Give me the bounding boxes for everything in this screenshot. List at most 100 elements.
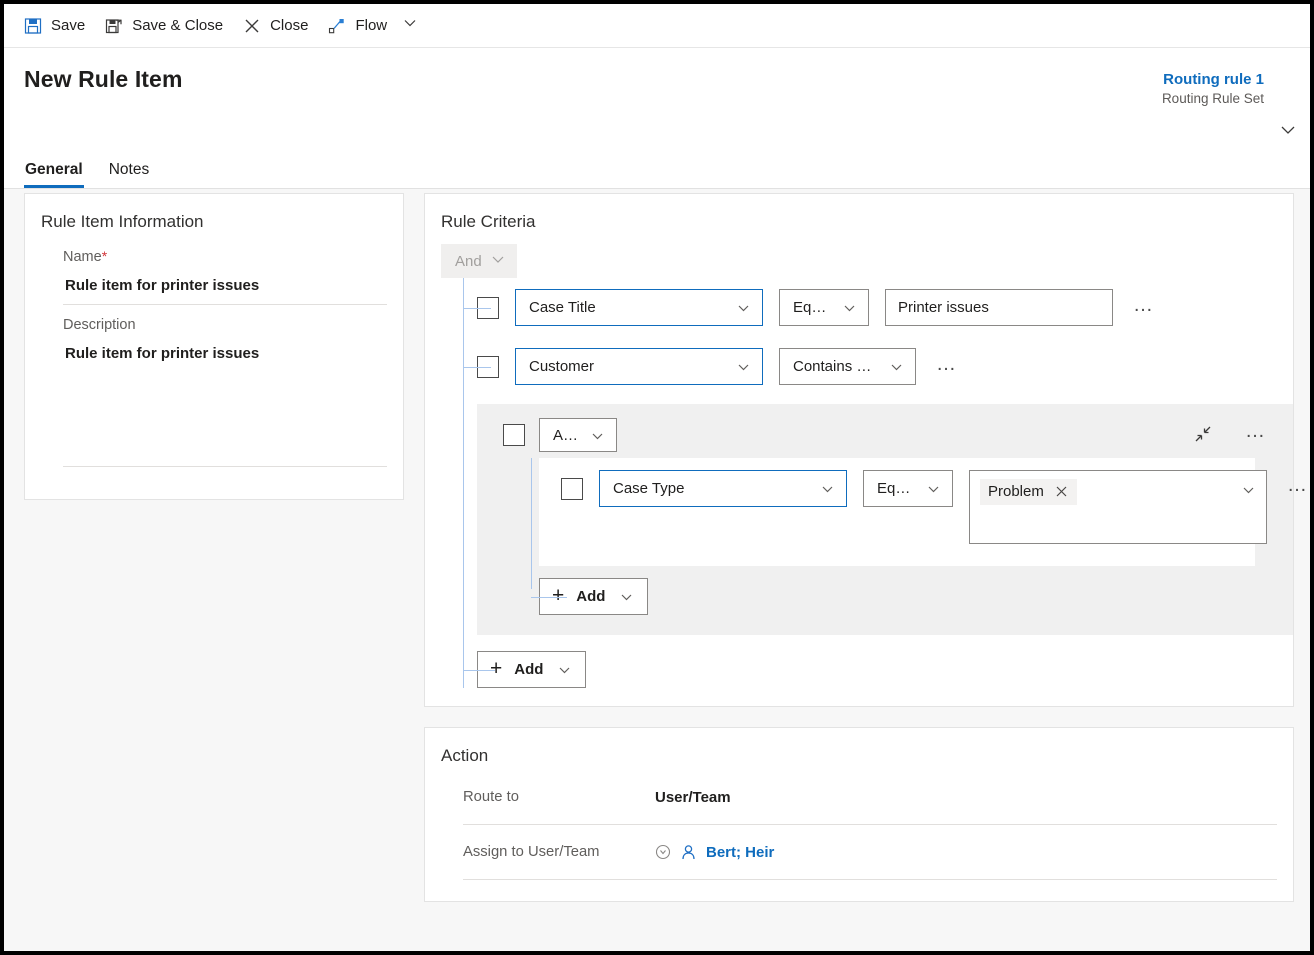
plus-icon: + [490,657,503,680]
criteria-row-more-button[interactable]: … [1129,295,1159,320]
criteria-row-more-button[interactable]: … [1283,475,1310,500]
route-to-row: Route to User/Team [425,770,1293,824]
selected-value-tag-label: Problem [988,483,1044,500]
card-bottom-divider [63,466,387,467]
person-icon [680,844,697,861]
chevron-down-icon [736,300,751,315]
criteria-operator-dropdown[interactable]: Equals [779,289,869,326]
rule-item-form-window: Save Save & Close Close Flow New Rule It… [0,0,1314,955]
flow-button[interactable]: Flow [318,8,397,44]
routing-rule-link[interactable]: Routing rule 1 [1162,70,1264,90]
save-button[interactable]: Save [14,8,95,44]
nested-criteria-group: And … Case Type Equa Problem … + Add [477,404,1307,635]
chevron-down-icon [1241,482,1256,497]
assign-to-row: Assign to User/Team Bert; Heir [425,825,1293,879]
rule-criteria-title: Rule Criteria [441,212,536,231]
nested-group-operator-value: And [553,426,578,444]
nested-group-body: Case Type Equa Problem … + Add [477,458,1307,615]
criteria-row: Case Type Equa Problem … [561,470,1307,544]
nested-add-button-label: Add [576,588,606,605]
action-title: Action [441,746,489,765]
tree-elbow-line [531,596,567,598]
criteria-row-checkbox[interactable] [561,478,583,500]
name-field-group: Name* Rule item for printer issues [25,236,403,304]
rule-item-information-card: Rule Item Information Name* Rule item fo… [24,193,404,500]
chevron-down-icon [491,252,505,270]
tree-elbow-line [463,366,491,368]
root-add-row: + Add [441,651,1293,688]
description-field-group: Description Rule item for printer issues [25,305,403,372]
save-icon [24,17,42,35]
name-label-text: Name [63,249,102,265]
header-expand-chevron[interactable] [1274,118,1302,146]
criteria-value-input[interactable]: Printer issues [885,289,1113,326]
description-value[interactable]: Rule item for printer issues [63,333,387,372]
criteria-value-multiselect[interactable]: Problem [969,470,1267,544]
criteria-field-dropdown[interactable]: Case Title [515,289,763,326]
form-header: New Rule Item Routing rule 1 Routing Rul… [4,48,1310,189]
flow-button-label: Flow [355,17,388,34]
rule-item-information-title: Rule Item Information [41,212,204,231]
chevron-down-icon [820,481,835,496]
criteria-row: Customer Contains data … [463,337,1293,396]
assign-to-label: Assign to User/Team [463,844,600,860]
required-asterisk: * [101,248,108,264]
chevron-down-icon [1278,120,1298,145]
criteria-field-value: Case Type [613,480,685,497]
routing-rule-entity-label: Routing Rule Set [1161,91,1264,107]
tab-general[interactable]: General [24,161,84,188]
nested-criteria-row-container: Case Type Equa Problem … [539,458,1307,566]
right-column: Rule Criteria And Case Title Equa Printe… [424,193,1310,902]
remove-tag-icon[interactable] [1055,485,1068,498]
route-to-value[interactable]: User/Team [655,789,731,806]
name-value[interactable]: Rule item for printer issues [63,265,387,304]
form-body: Rule Item Information Name* Rule item fo… [4,189,1310,951]
save-and-close-button-label: Save & Close [132,17,224,34]
nested-group-more-button[interactable]: … [1241,421,1271,446]
tab-notes[interactable]: Notes [108,161,151,188]
lookup-circle-icon [655,844,671,860]
left-column: Rule Item Information Name* Rule item fo… [4,193,404,500]
close-x-icon [243,17,261,35]
tree-elbow-line [463,307,491,309]
nested-group-operator-dropdown[interactable]: And [539,418,617,452]
criteria-operator-dropdown[interactable]: Contains data [779,348,916,385]
criteria-row: Case Title Equals [463,278,1293,337]
criteria-tree: And Case Title Equa Printer issues … Cus… [441,244,1307,688]
command-bar: Save Save & Close Close Flow [4,4,1310,48]
chevron-down-icon [557,662,572,677]
route-to-label: Route to [463,789,519,805]
chevron-down-icon [736,359,751,374]
page-title: New Rule Item [24,66,183,92]
assign-to-value[interactable]: Bert; Heir [655,844,774,861]
criteria-operator-dropdown[interactable]: Equals [863,470,953,507]
criteria-field-dropdown[interactable]: Case Type [599,470,847,507]
nested-add-row: + Add [477,578,1293,615]
criteria-operator-value: Equals [877,480,914,497]
header-context: Routing rule 1 Routing Rule Set [1162,70,1264,108]
close-button[interactable]: Close [233,8,318,44]
criteria-operator-value: Equals [793,299,830,316]
chevron-down-icon [590,428,605,443]
criteria-field-value: Case Title [529,299,596,316]
form-tabs: General Notes [24,161,150,188]
root-group-body: Case Title Equals [441,278,1307,688]
criteria-field-dropdown[interactable]: Customer [515,348,763,385]
action-card: Action Route to User/Team Assign to User… [424,727,1294,902]
save-and-close-button[interactable]: Save & Close [95,8,233,44]
command-bar-overflow-chevron[interactable] [397,8,423,44]
collapse-icon[interactable] [1193,424,1213,444]
root-add-button-label: Add [514,661,544,678]
chevron-down-icon [926,481,941,496]
criteria-value-text: Printer issues [898,299,989,316]
tab-notes-label: Notes [108,161,150,178]
chevron-down-icon [842,300,857,315]
nested-tree-trunk-line [531,458,532,589]
nested-group-checkbox[interactable] [503,424,525,446]
description-label: Description [63,317,136,333]
root-operator-dropdown[interactable]: And [441,244,517,278]
name-label: Name* [63,236,387,265]
criteria-operator-value: Contains data [793,358,877,375]
criteria-row-more-button[interactable]: … [932,354,962,379]
tab-general-label: General [25,161,83,178]
